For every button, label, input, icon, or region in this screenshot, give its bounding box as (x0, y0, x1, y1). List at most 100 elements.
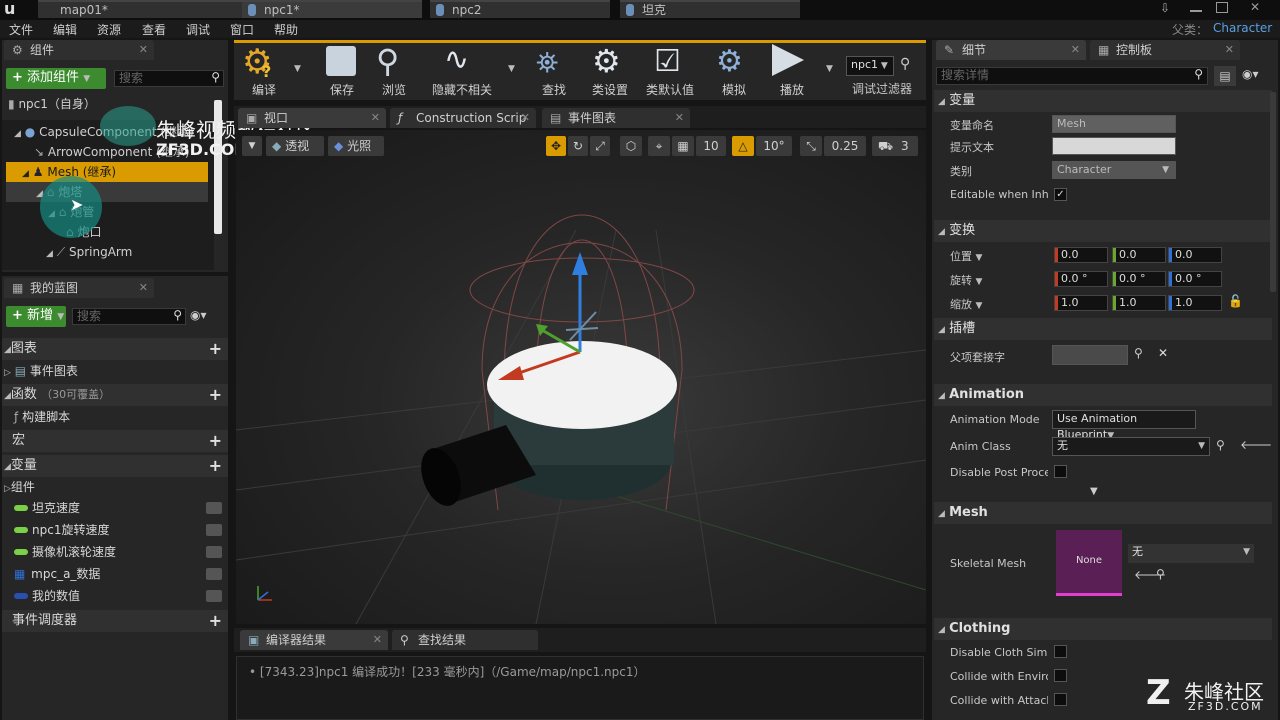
visibility-eye-icon[interactable]: ◉▾ (190, 308, 207, 322)
advanced-expand-icon[interactable]: ▼ (1090, 486, 1098, 497)
tab-components[interactable]: ⚙ 组件 ✕ (4, 40, 154, 60)
scale-snap-value[interactable]: 0.25 (824, 136, 866, 156)
doc-tab-tank[interactable]: 坦克 (620, 0, 800, 18)
scale-z-input[interactable]: 1.0 (1168, 295, 1222, 311)
scale-y-input[interactable]: 1.0 (1112, 295, 1166, 311)
variable-row[interactable]: 坦克速度 (14, 498, 224, 518)
close-tab-icon[interactable]: ✕ (139, 278, 148, 298)
visibility-toggle-icon[interactable] (206, 524, 222, 536)
browse-button[interactable]: ⚲ 浏览 (366, 42, 422, 98)
play-button[interactable]: 播放 (764, 42, 820, 98)
minimize-button[interactable] (1190, 2, 1202, 12)
tab-details[interactable]: ✎ 细节 ✕ (936, 40, 1086, 60)
rotation-y-input[interactable]: 0.0 ° (1112, 271, 1166, 287)
compile-options-dropdown[interactable]: ▼ (294, 64, 301, 74)
details-visibility-icon[interactable]: ◉▾ (1242, 67, 1259, 81)
menu-file[interactable]: 文件 (9, 21, 33, 38)
variable-row[interactable]: ▦ mpc_a_数据 (14, 564, 224, 584)
details-scrollbar[interactable] (1270, 92, 1276, 292)
class-defaults-button[interactable]: ☑ 类默认值 (642, 42, 698, 98)
socket-browse-icon[interactable]: ⚲ (1134, 346, 1143, 360)
find-button[interactable]: ⛯ 查找 (526, 42, 582, 98)
collide-attached-checkbox[interactable] (1054, 693, 1067, 706)
close-tab-icon[interactable]: ✕ (373, 630, 382, 650)
tab-compiler-results[interactable]: ▣ 编译器结果 ✕ (240, 630, 388, 650)
add-function-icon[interactable]: + (209, 384, 222, 406)
tab-viewport[interactable]: ▣ 视口 ✕ (238, 108, 386, 128)
compile-button[interactable]: ⚙ ? 编译 (236, 42, 292, 98)
variable-row[interactable]: 摄像机滚轮速度 (14, 542, 224, 562)
menu-debug[interactable]: 调试 (186, 21, 210, 38)
location-z-input[interactable]: 0.0 (1168, 247, 1222, 263)
save-button[interactable]: 保存 (314, 42, 370, 98)
section-macros[interactable]: 宏 + (2, 430, 228, 452)
debug-search-icon[interactable]: ⚲ (900, 56, 910, 72)
event-graph-item[interactable]: ▷ ▤ 事件图表 (4, 361, 78, 381)
location-label[interactable]: 位置 ▼ (950, 248, 1048, 264)
var-name-input[interactable]: Mesh (1052, 115, 1176, 133)
rotate-mode-button[interactable]: ↻ (568, 136, 588, 156)
anim-class-select[interactable]: 无 ▼ (1052, 437, 1210, 456)
tab-find-results[interactable]: ⚲ 查找结果 (392, 630, 538, 650)
add-dispatcher-icon[interactable]: + (209, 610, 222, 632)
lit-mode-button[interactable]: ◆ 光照 (328, 136, 384, 156)
simulate-button[interactable]: ⚙ 模拟 (706, 42, 762, 98)
components-search-input[interactable]: 搜索 ⚲ (114, 70, 224, 87)
variable-row[interactable]: 我的数值 (14, 586, 224, 606)
grid-snap-toggle[interactable]: ▦ (672, 136, 694, 156)
rotation-z-input[interactable]: 0.0 ° (1168, 271, 1222, 287)
close-tab-icon[interactable]: ✕ (139, 40, 148, 60)
category-select[interactable]: Character ▼ (1052, 161, 1176, 179)
self-row[interactable]: ▮ npc1（自身） (8, 94, 96, 114)
close-window-button[interactable]: ✕ (1250, 0, 1260, 14)
section-graphs[interactable]: ◢图表 + (2, 338, 228, 360)
scale-lock-icon[interactable]: 🔓 (1228, 294, 1243, 308)
parent-socket-field[interactable] (1052, 345, 1128, 365)
menu-asset[interactable]: 资源 (97, 21, 121, 38)
tree-item-springarm[interactable]: ◢ ⟋ SpringArm (46, 242, 132, 262)
tree-item-mesh[interactable]: ◢ ♟ Mesh (继承) (6, 162, 208, 182)
visibility-toggle-icon[interactable] (206, 546, 222, 558)
grid-snap-value[interactable]: 10 (696, 136, 726, 156)
doc-tab-map01[interactable]: map01* (38, 0, 256, 18)
section-animation[interactable]: ◢ Animation (934, 384, 1272, 406)
components-category[interactable]: ▷组件 (4, 477, 35, 497)
skeletal-mesh-browse-icon[interactable]: ⚲ (1156, 567, 1165, 581)
maximize-button[interactable] (1216, 2, 1228, 13)
rotation-snap-value[interactable]: 10° (756, 136, 792, 156)
doc-tab-npc1[interactable]: npc1* (242, 0, 422, 18)
location-y-input[interactable]: 0.0 (1112, 247, 1166, 263)
tab-palette[interactable]: ▦ 控制板 ✕ (1090, 40, 1240, 60)
tab-my-blueprint[interactable]: ▦ 我的蓝图 ✕ (4, 278, 154, 298)
add-variable-icon[interactable]: + (209, 455, 222, 477)
viewport-canvas[interactable]: ▼ ◆ 透视 ◆ 光照 ✥ ↻ ⤢ ⬡ ⌖ ▦ 10 △ 10° ⤡ 0.25 … (236, 130, 926, 624)
variable-row[interactable]: npc1旋转速度 (14, 520, 224, 540)
skeletal-mesh-thumbnail[interactable]: None (1056, 530, 1122, 596)
class-settings-button[interactable]: ⚙ 类设置 (582, 42, 638, 98)
disable-post-process-checkbox[interactable] (1054, 465, 1067, 478)
menu-help[interactable]: 帮助 (274, 21, 298, 38)
section-clothing[interactable]: ◢ Clothing (934, 618, 1272, 640)
socket-clear-icon[interactable]: ✕ (1158, 346, 1168, 360)
add-component-button[interactable]: + 添加组件 ▼ (6, 68, 106, 89)
parent-class-link[interactable]: Character (1213, 21, 1272, 35)
hide-unrelated-button[interactable]: ∿ 隐藏不相关 (430, 42, 494, 98)
add-macro-icon[interactable]: + (209, 430, 222, 452)
close-tab-icon[interactable]: ✕ (675, 108, 684, 128)
editable-when-inherited-checkbox[interactable]: ✓ (1054, 188, 1067, 201)
blueprint-search-input[interactable]: 搜索 ⚲ (72, 308, 186, 325)
viewport-options-button[interactable]: ▼ (242, 136, 262, 156)
rotation-label[interactable]: 旋转 ▼ (950, 272, 1048, 288)
section-sockets[interactable]: ◢ 插槽 (934, 318, 1272, 340)
section-mesh[interactable]: ◢ Mesh (934, 502, 1272, 524)
translate-mode-button[interactable]: ✥ (546, 136, 566, 156)
section-event-dispatchers[interactable]: 事件调度器 + (2, 610, 228, 632)
add-graph-icon[interactable]: + (209, 338, 222, 360)
section-transform[interactable]: ◢ 变换 (934, 220, 1272, 242)
location-x-input[interactable]: 0.0 (1054, 247, 1108, 263)
coordinate-space-button[interactable]: ⬡ (620, 136, 642, 156)
section-functions[interactable]: ◢函数 （30可覆盖） + (2, 384, 228, 406)
disable-cloth-sim-checkbox[interactable] (1054, 645, 1067, 658)
tab-construction-script[interactable]: ƒ Construction Scrip ✕ (390, 108, 536, 128)
tooltip-input[interactable] (1052, 137, 1176, 155)
